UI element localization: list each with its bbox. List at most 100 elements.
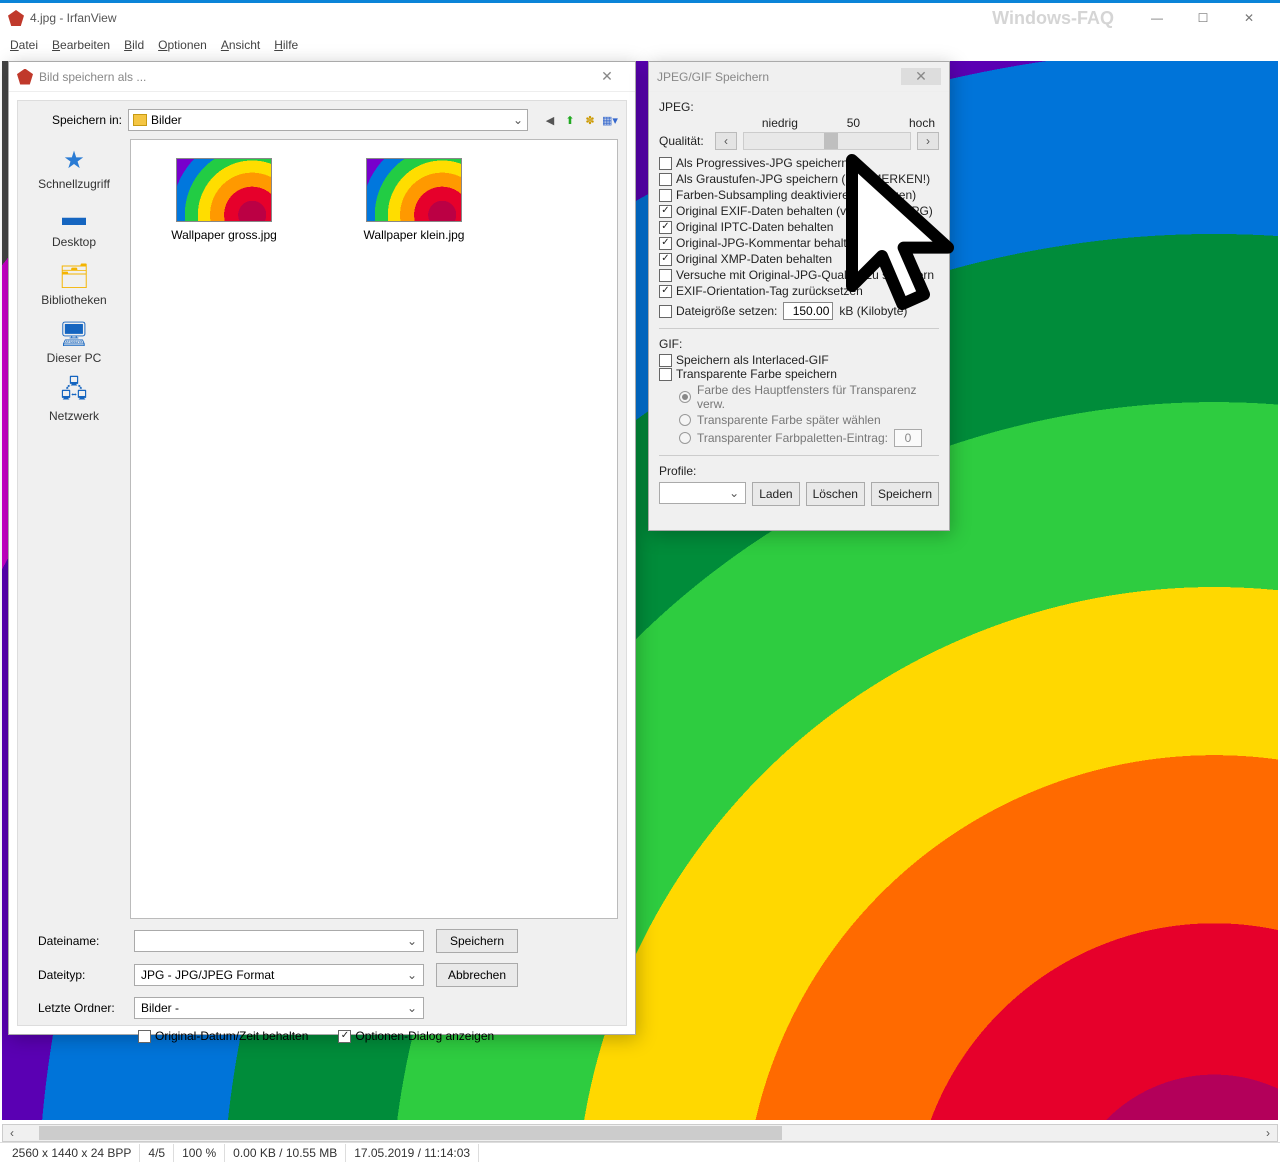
- filesize-input[interactable]: [783, 302, 833, 320]
- chevron-down-icon: ⌄: [407, 934, 417, 948]
- app-icon: [8, 10, 24, 26]
- dialog-app-icon: [17, 69, 33, 85]
- scroll-thumb[interactable]: [39, 1126, 782, 1140]
- statusbar: 2560 x 1440 x 24 BPP 4/5 100 % 0.00 KB /…: [0, 1142, 1280, 1162]
- save-dialog-title: Bild speichern als ...: [39, 70, 587, 84]
- save-button[interactable]: Speichern: [436, 929, 518, 953]
- jpeg-option-checkbox[interactable]: ✓Original IPTC-Daten behalten: [659, 220, 939, 234]
- slider-handle[interactable]: [824, 133, 838, 149]
- folder-toolbar: ◀ ⬆ ✽ ▦▾: [542, 112, 618, 128]
- save-in-value: Bilder: [151, 113, 182, 127]
- menu-edit[interactable]: Bearbeiten: [52, 38, 110, 52]
- slider-right-icon[interactable]: ›: [917, 132, 939, 150]
- window-titlebar: 4.jpg - IrfanView Windows-FAQ — ☐ ✕: [0, 3, 1280, 33]
- set-filesize-checkbox[interactable]: Dateigröße setzen:: [659, 304, 777, 318]
- save-dialog-close-icon[interactable]: ✕: [587, 68, 627, 85]
- menu-view[interactable]: Ansicht: [221, 38, 260, 52]
- up-icon[interactable]: ⬆: [562, 112, 578, 128]
- file-item[interactable]: Wallpaper klein.jpg: [339, 158, 489, 242]
- file-thumbnail: [366, 158, 462, 222]
- places-bar: ★Schnellzugriff ▬Desktop 🗂Bibliotheken 🖥…: [26, 139, 122, 919]
- menu-image[interactable]: Bild: [124, 38, 144, 52]
- menu-file[interactable]: Datei: [10, 38, 38, 52]
- minimize-button[interactable]: —: [1134, 4, 1180, 32]
- show-options-checkbox[interactable]: ✓Optionen-Dialog anzeigen: [338, 1029, 494, 1043]
- libraries-icon: 🗂: [56, 261, 92, 291]
- jpeg-option-checkbox[interactable]: ✓Original-JPG-Kommentar behalten: [659, 236, 939, 250]
- palette-index-input[interactable]: [894, 429, 922, 447]
- chevron-down-icon: ⌄: [729, 486, 739, 500]
- jpeg-option-checkbox[interactable]: ✓Original EXIF-Daten behalten (von JPG z…: [659, 204, 939, 218]
- save-in-combo[interactable]: Bilder ⌄: [128, 109, 528, 131]
- keep-date-checkbox[interactable]: Original-Datum/Zeit behalten: [138, 1029, 308, 1043]
- filetype-label: Dateityp:: [26, 968, 122, 982]
- gif-section-label: GIF:: [659, 337, 939, 351]
- recent-label: Letzte Ordner:: [26, 1001, 122, 1015]
- opt-dialog-close-icon[interactable]: ✕: [901, 68, 941, 85]
- save-dialog-titlebar: Bild speichern als ... ✕: [9, 62, 635, 92]
- jpeg-option-checkbox[interactable]: Als Progressives-JPG speichern: [659, 156, 939, 170]
- maximize-button[interactable]: ☐: [1180, 4, 1226, 32]
- file-list[interactable]: Wallpaper gross.jpg Wallpaper klein.jpg: [130, 139, 618, 919]
- menubar: Datei Bearbeiten Bild Optionen Ansicht H…: [0, 33, 1280, 57]
- menu-options[interactable]: Optionen: [158, 38, 207, 52]
- file-thumbnail: [176, 158, 272, 222]
- gif-trans-mainwindow-radio[interactable]: Farbe des Hauptfensters für Transparenz …: [679, 383, 939, 411]
- jpeg-option-checkbox[interactable]: ✓Original XMP-Daten behalten: [659, 252, 939, 266]
- recent-folders-combo[interactable]: Bilder -⌄: [134, 997, 424, 1019]
- menu-help[interactable]: Hilfe: [274, 38, 298, 52]
- view-menu-icon[interactable]: ▦▾: [602, 112, 618, 128]
- profile-delete-button[interactable]: Löschen: [806, 482, 865, 506]
- gif-trans-palette-radio[interactable]: Transparenter Farbpaletten-Eintrag:: [679, 429, 939, 447]
- new-folder-icon[interactable]: ✽: [582, 112, 598, 128]
- window-title: 4.jpg - IrfanView: [30, 11, 117, 25]
- horizontal-scrollbar[interactable]: ‹ ›: [2, 1124, 1278, 1142]
- filename-label: Dateiname:: [26, 934, 122, 948]
- status-dimensions: 2560 x 1440 x 24 BPP: [4, 1144, 140, 1162]
- save-in-label: Speichern in:: [26, 113, 122, 127]
- jpeg-gif-options-dialog: JPEG/GIF Speichern ✕ JPEG: niedrig 50 ho…: [648, 61, 950, 531]
- opt-dialog-title: JPEG/GIF Speichern: [657, 70, 901, 84]
- jpeg-option-checkbox[interactable]: ✓EXIF-Orientation-Tag zurücksetzen: [659, 284, 939, 298]
- status-datetime: 17.05.2019 / 11:14:03: [346, 1144, 479, 1162]
- quality-scale-labels: niedrig 50 hoch: [659, 116, 939, 130]
- close-button[interactable]: ✕: [1226, 4, 1272, 32]
- place-network[interactable]: 🖧Netzwerk: [49, 377, 99, 423]
- chevron-down-icon: ⌄: [513, 113, 523, 127]
- slider-left-icon[interactable]: ‹: [715, 132, 737, 150]
- profile-label: Profile:: [659, 464, 939, 478]
- save-as-dialog: Bild speichern als ... ✕ Speichern in: B…: [8, 61, 636, 1035]
- file-item[interactable]: Wallpaper gross.jpg: [149, 158, 299, 242]
- jpeg-option-checkbox[interactable]: Farben-Subsampling deaktivieren (benutze…: [659, 188, 939, 202]
- chevron-down-icon: ⌄: [407, 1001, 417, 1015]
- place-thispc[interactable]: 🖥Dieser PC: [47, 319, 102, 365]
- filetype-combo[interactable]: JPG - JPG/JPEG Format⌄: [134, 964, 424, 986]
- gif-transparent-checkbox[interactable]: Transparente Farbe speichern: [659, 367, 939, 381]
- status-zoom: 100 %: [174, 1144, 225, 1162]
- gif-interlaced-checkbox[interactable]: Speichern als Interlaced-GIF: [659, 353, 939, 367]
- place-quickaccess[interactable]: ★Schnellzugriff: [38, 145, 110, 191]
- jpeg-option-checkbox[interactable]: Versuche mit Original-JPG-Qualität zu sp…: [659, 268, 939, 282]
- place-desktop[interactable]: ▬Desktop: [52, 203, 96, 249]
- slider-track[interactable]: [743, 132, 911, 150]
- star-icon: ★: [56, 145, 92, 175]
- scroll-right-icon[interactable]: ›: [1259, 1126, 1277, 1140]
- scroll-left-icon[interactable]: ‹: [3, 1126, 21, 1140]
- status-filesize: 0.00 KB / 10.55 MB: [225, 1144, 346, 1162]
- opt-dialog-titlebar: JPEG/GIF Speichern ✕: [649, 62, 949, 92]
- scroll-track[interactable]: [21, 1125, 1259, 1141]
- quality-slider[interactable]: Qualität: ‹ ›: [659, 132, 939, 150]
- status-index: 4/5: [140, 1144, 174, 1162]
- filesize-unit: kB (Kilobyte): [839, 304, 907, 318]
- profile-save-button[interactable]: Speichern: [871, 482, 939, 506]
- pc-icon: 🖥: [56, 319, 92, 349]
- gif-trans-later-radio[interactable]: Transparente Farbe später wählen: [679, 413, 939, 427]
- profile-combo[interactable]: ⌄: [659, 482, 746, 504]
- filename-input[interactable]: ⌄: [134, 930, 424, 952]
- cancel-button[interactable]: Abbrechen: [436, 963, 518, 987]
- back-icon[interactable]: ◀: [542, 112, 558, 128]
- jpeg-option-checkbox[interactable]: Als Graustufen-JPG speichern (bitte MERK…: [659, 172, 939, 186]
- profile-load-button[interactable]: Laden: [752, 482, 799, 506]
- place-libraries[interactable]: 🗂Bibliotheken: [41, 261, 106, 307]
- file-name: Wallpaper klein.jpg: [364, 228, 465, 242]
